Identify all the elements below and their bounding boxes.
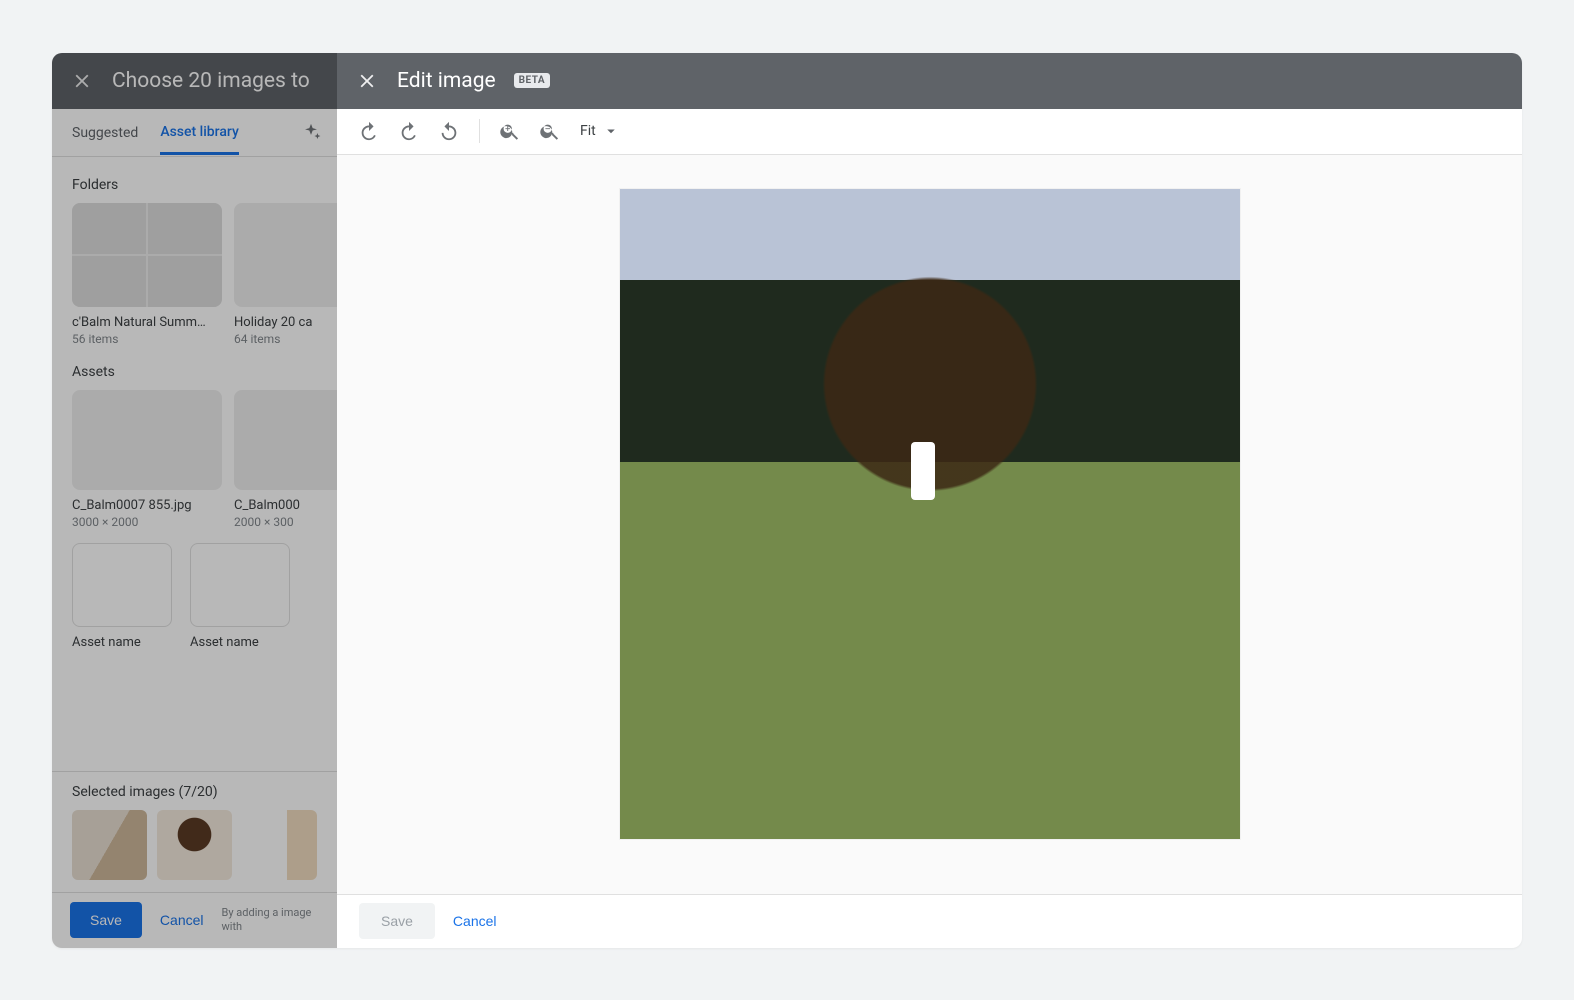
redo-icon[interactable]	[391, 113, 427, 149]
zoom-select[interactable]: Fit	[572, 122, 628, 140]
asset-picker-title: Choose 20 images to	[112, 69, 310, 93]
edited-image	[620, 189, 1240, 839]
asset-dims: 3000 × 2000	[72, 515, 222, 529]
tab-suggested[interactable]: Suggested	[72, 125, 138, 153]
toolbar-divider	[479, 119, 480, 143]
asset-name: Asset name	[190, 635, 290, 650]
folder-name: c'Balm Natural Summ…	[72, 315, 222, 330]
asset-picker-panel: Choose 20 images to Suggested Asset libr…	[52, 53, 337, 948]
edit-image-title: Edit image	[397, 69, 496, 93]
zoom-in-icon[interactable]	[492, 113, 528, 149]
asset-card[interactable]: C_Balm0007 855.jpg 3000 × 2000	[72, 390, 222, 529]
asset-name: C_Balm000	[234, 498, 337, 513]
close-icon[interactable]	[70, 69, 94, 93]
sparkle-icon[interactable]	[299, 121, 323, 145]
edit-image-panel: Edit image BETA Fit Save Cancel	[337, 53, 1522, 948]
app-frame: Choose 20 images to Suggested Asset libr…	[52, 53, 1522, 948]
asset-card[interactable]: Asset name	[190, 543, 290, 650]
selected-thumb[interactable]	[242, 810, 317, 880]
close-icon[interactable]	[355, 69, 379, 93]
save-button: Save	[359, 903, 435, 939]
chevron-down-icon	[602, 122, 620, 140]
selected-images-bar: Selected images (7/20)	[52, 771, 337, 892]
folder-card[interactable]: Holiday 20 ca 64 items	[234, 203, 337, 346]
asset-card[interactable]: C_Balm000 2000 × 300	[234, 390, 337, 529]
asset-name: Asset name	[72, 635, 172, 650]
folders-heading: Folders	[72, 177, 317, 193]
asset-card[interactable]: Asset name	[72, 543, 172, 650]
assets-heading: Assets	[72, 364, 317, 380]
selected-images-title: Selected images (7/20)	[72, 784, 317, 800]
edit-image-footer: Save Cancel	[337, 894, 1522, 948]
asset-picker-footer: Save Cancel By adding a image with	[52, 892, 337, 948]
zoom-out-icon[interactable]	[532, 113, 568, 149]
selected-thumb[interactable]	[157, 810, 232, 880]
editor-toolbar: Fit	[337, 109, 1522, 155]
cancel-button[interactable]: Cancel	[160, 912, 204, 928]
asset-picker-tabs: Suggested Asset library	[52, 109, 337, 157]
folder-card[interactable]: c'Balm Natural Summ… 56 items	[72, 203, 222, 346]
folder-count: 64 items	[234, 332, 337, 346]
edit-image-header: Edit image BETA	[337, 53, 1522, 109]
cancel-button[interactable]: Cancel	[453, 913, 497, 929]
footer-note: By adding a image with	[222, 906, 319, 935]
asset-dims: 2000 × 300	[234, 515, 337, 529]
reset-icon[interactable]	[431, 113, 467, 149]
canvas-area	[337, 155, 1522, 894]
undo-icon[interactable]	[351, 113, 387, 149]
asset-picker-body: Folders c'Balm Natural Summ… 56 items Ho…	[52, 157, 337, 771]
folder-count: 56 items	[72, 332, 222, 346]
folder-name: Holiday 20 ca	[234, 315, 337, 330]
selected-thumb[interactable]	[72, 810, 147, 880]
beta-badge: BETA	[514, 73, 551, 88]
tab-asset-library[interactable]: Asset library	[160, 124, 239, 155]
asset-picker-header: Choose 20 images to	[52, 53, 337, 109]
save-button[interactable]: Save	[70, 902, 142, 938]
zoom-select-label: Fit	[580, 123, 596, 139]
image-canvas[interactable]	[620, 189, 1240, 839]
asset-name: C_Balm0007 855.jpg	[72, 498, 222, 513]
